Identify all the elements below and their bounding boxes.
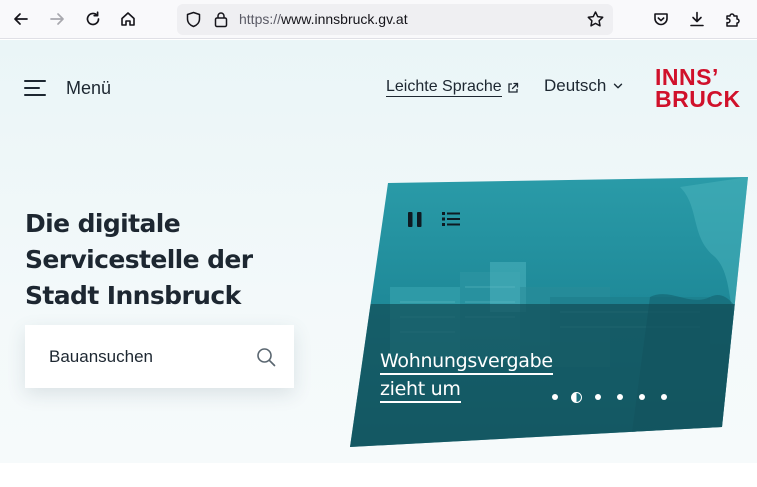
news-slider[interactable]: Wohnungsvergabe zieht um <box>350 177 748 447</box>
extensions-button[interactable] <box>722 8 744 30</box>
shield-icon[interactable] <box>185 11 202 28</box>
puzzle-icon <box>726 13 740 27</box>
arrow-left-icon <box>14 13 28 25</box>
pause-icon <box>408 212 422 227</box>
logo-line-2: BRUCK <box>655 86 741 112</box>
slider-dot-1[interactable] <box>552 394 558 400</box>
hamburger-icon <box>24 78 48 98</box>
language-select[interactable]: Deutsch <box>544 76 623 96</box>
pocket-icon <box>654 13 668 26</box>
menu-label: Menü <box>66 77 112 98</box>
back-button[interactable] <box>8 6 34 32</box>
slider-dot-3[interactable] <box>595 394 601 400</box>
page-below-hero <box>0 463 757 487</box>
forward-button[interactable] <box>44 6 70 32</box>
reload-button[interactable] <box>80 6 106 32</box>
menu-button[interactable]: Menü <box>24 76 111 100</box>
language-selected: Deutsch <box>544 76 607 95</box>
lock-icon[interactable] <box>213 11 229 28</box>
download-icon <box>690 11 704 27</box>
search-box <box>25 325 294 388</box>
search-icon[interactable] <box>255 346 277 368</box>
easy-language-label: Leichte Sprache <box>386 78 502 97</box>
slider-dot-6[interactable] <box>661 394 667 400</box>
list-icon <box>442 212 460 226</box>
slide-caption-line-2: zieht um <box>380 377 461 403</box>
slider-dot-2[interactable] <box>571 391 582 403</box>
innsbruck-logo[interactable]: INNS’ BRUCK <box>655 66 749 112</box>
address-bar[interactable]: https://www.innsbruck.gv.at <box>177 4 613 35</box>
browser-toolbar: https://www.innsbruck.gv.at <box>0 0 757 39</box>
hero-title: Die digitale Servicestelle der Stadt Inn… <box>25 209 253 310</box>
url-host: www.innsbruck.gv.at <box>281 11 408 27</box>
pause-button[interactable] <box>407 211 423 228</box>
chevron-down-icon <box>614 83 623 89</box>
logo-line-1: INNS’ <box>655 64 719 90</box>
slider-dot-4[interactable] <box>617 394 623 400</box>
slider-pagination <box>552 391 683 403</box>
downloads-button[interactable] <box>686 8 708 30</box>
list-view-button[interactable] <box>441 210 461 228</box>
slide-caption-link[interactable]: Wohnungsvergabe zieht um <box>380 347 553 403</box>
star-icon[interactable] <box>586 10 605 29</box>
url-protocol: https:// <box>239 11 282 27</box>
external-link-icon <box>507 82 518 93</box>
slider-dot-5[interactable] <box>639 394 645 400</box>
arrow-right-icon <box>50 13 64 25</box>
home-button[interactable] <box>115 6 141 32</box>
url-text[interactable]: https://www.innsbruck.gv.at <box>239 11 408 27</box>
search-input[interactable] <box>49 343 249 371</box>
pocket-button[interactable] <box>650 8 672 30</box>
slide-caption-line-1: Wohnungsvergabe <box>380 349 553 375</box>
home-icon <box>121 12 135 26</box>
easy-language-link[interactable]: Leichte Sprache <box>386 78 519 97</box>
reload-icon <box>86 11 100 26</box>
